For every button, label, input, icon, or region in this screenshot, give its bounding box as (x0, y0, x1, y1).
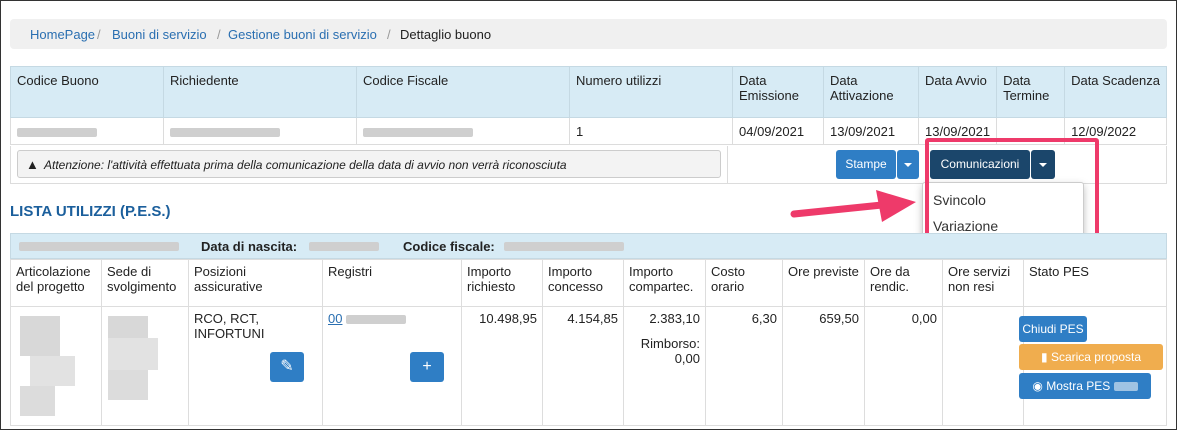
redacted-name (19, 242, 179, 251)
breadcrumb: HomePage / Buoni di servizio / Gestione … (10, 19, 1167, 49)
redacted-sede (108, 338, 158, 370)
redacted-codice-fiscale (504, 242, 624, 251)
col-importo-compartec: Importo compartec. (623, 259, 706, 307)
breadcrumb-current: Dettaglio buono (400, 27, 492, 42)
mostra-pes-button[interactable]: ◉ Mostra PES (1019, 373, 1151, 399)
codice-buono-value (10, 117, 164, 145)
divider (727, 146, 728, 184)
breadcrumb-separator: / (97, 27, 101, 42)
col-codice-fiscale: Codice Fiscale (356, 66, 570, 118)
redacted-pes-id (1113, 382, 1138, 392)
redacted-birth-date (309, 242, 379, 251)
col-stato-pes: Stato PES (1023, 259, 1167, 307)
col-importo-concesso: Importo concesso (542, 259, 624, 307)
ore-previste-value: 659,50 (782, 306, 865, 426)
importo-compartec-value: 2.383,10 (649, 311, 700, 326)
col-ore-da-rendic: Ore da rendic. (864, 259, 943, 307)
redacted-registro (346, 315, 407, 325)
col-importo-richiesto: Importo richiesto (461, 259, 543, 307)
redacted-articolazione (30, 356, 75, 386)
chiudi-pes-button[interactable]: Chiudi PES (1019, 316, 1087, 342)
rimborso-label: Rimborso: (640, 336, 700, 351)
warning-box: ▲ Attenzione: l'attività effettuata prim… (17, 150, 721, 178)
codice-fiscale-label: Codice fiscale: (403, 239, 495, 254)
eye-icon: ◉ (1032, 379, 1043, 393)
section-title: LISTA UTILIZZI (P.E.S.) (10, 203, 171, 220)
redacted-articolazione (20, 386, 55, 416)
pes-row: RCO, RCT, INFORTUNI 00 10.498,95 4.154,8… (10, 306, 1167, 426)
col-data-emissione: Data Emissione (732, 66, 824, 118)
pes-header-bar: Data di nascita: Codice fiscale: (10, 233, 1167, 259)
col-data-termine: Data Termine (996, 66, 1066, 118)
col-sede: Sede di svolgimento (101, 259, 189, 307)
ore-da-rendic-value: 0,00 (864, 306, 943, 426)
col-richiedente: Richiedente (163, 66, 357, 118)
edit-posizioni-button[interactable]: ✎ (270, 352, 304, 382)
col-data-scadenza: Data Scadenza (1064, 66, 1167, 118)
voucher-header-row: Codice Buono Richiedente Codice Fiscale … (10, 66, 1167, 118)
col-ore-servizi: Ore servizi non resi (942, 259, 1024, 307)
importo-compartec-cell: 2.383,10 Rimborso: 0,00 (623, 306, 706, 426)
pencil-icon: ✎ (280, 358, 294, 375)
breadcrumb-gestione[interactable]: Gestione buoni di servizio (228, 27, 377, 42)
ore-servizi-value (942, 306, 1024, 426)
plus-icon: + (422, 358, 432, 375)
warning-triangle-icon: ▲ (26, 157, 39, 172)
breadcrumb-buoni[interactable]: Buoni di servizio (112, 27, 207, 42)
registro-link[interactable]: 00 (328, 311, 342, 326)
rimborso-value: 0,00 (674, 351, 700, 366)
scarica-proposta-label: Scarica proposta (1050, 350, 1141, 364)
col-data-attivazione: Data Attivazione (823, 66, 919, 118)
breadcrumb-homepage[interactable]: HomePage (30, 27, 95, 42)
costo-orario-value: 6,30 (705, 306, 783, 426)
breadcrumb-separator: / (387, 27, 391, 42)
redacted-sede (108, 316, 148, 338)
importo-concesso-value: 4.154,85 (542, 306, 624, 426)
voucher-table: Codice Buono Richiedente Codice Fiscale … (10, 66, 1167, 145)
stampe-button[interactable]: Stampe (836, 150, 896, 179)
breadcrumb-separator: / (217, 27, 221, 42)
importo-richiesto-value: 10.498,95 (461, 306, 543, 426)
col-costo-orario: Costo orario (705, 259, 783, 307)
file-icon: ▮ (1041, 350, 1048, 364)
col-numero-utilizzi: Numero utilizzi (569, 66, 733, 118)
redacted-articolazione (20, 316, 60, 356)
col-articolazione: Articolazione del progetto (10, 259, 102, 307)
chevron-down-icon (904, 162, 912, 167)
col-data-avvio: Data Avvio (917, 66, 998, 118)
data-attivazione-value: 13/09/2021 (823, 117, 919, 145)
redacted-sede (108, 370, 148, 400)
data-emissione-value: 04/09/2021 (732, 117, 824, 145)
add-registro-button[interactable]: + (410, 352, 444, 382)
pes-table: Articolazione del progetto Sede di svolg… (10, 259, 1167, 426)
mostra-pes-label: Mostra PES (1046, 379, 1111, 393)
numero-utilizzi-value: 1 (569, 117, 733, 145)
col-posizioni: Posizioni assicurative (188, 259, 323, 307)
codice-fiscale-value (356, 117, 570, 145)
scarica-proposta-button[interactable]: ▮ Scarica proposta (1019, 344, 1163, 370)
annotation-arrow-icon (790, 190, 916, 222)
richiedente-value (163, 117, 357, 145)
col-ore-previste: Ore previste (782, 259, 865, 307)
birth-date-label: Data di nascita: (201, 239, 298, 254)
col-registri: Registri (322, 259, 462, 307)
col-codice-buono: Codice Buono (10, 66, 164, 118)
stampe-dropdown-toggle[interactable] (897, 150, 919, 179)
pes-header-row: Articolazione del progetto Sede di svolg… (10, 259, 1167, 307)
warning-text: Attenzione: l'attività effettuata prima … (44, 158, 567, 172)
